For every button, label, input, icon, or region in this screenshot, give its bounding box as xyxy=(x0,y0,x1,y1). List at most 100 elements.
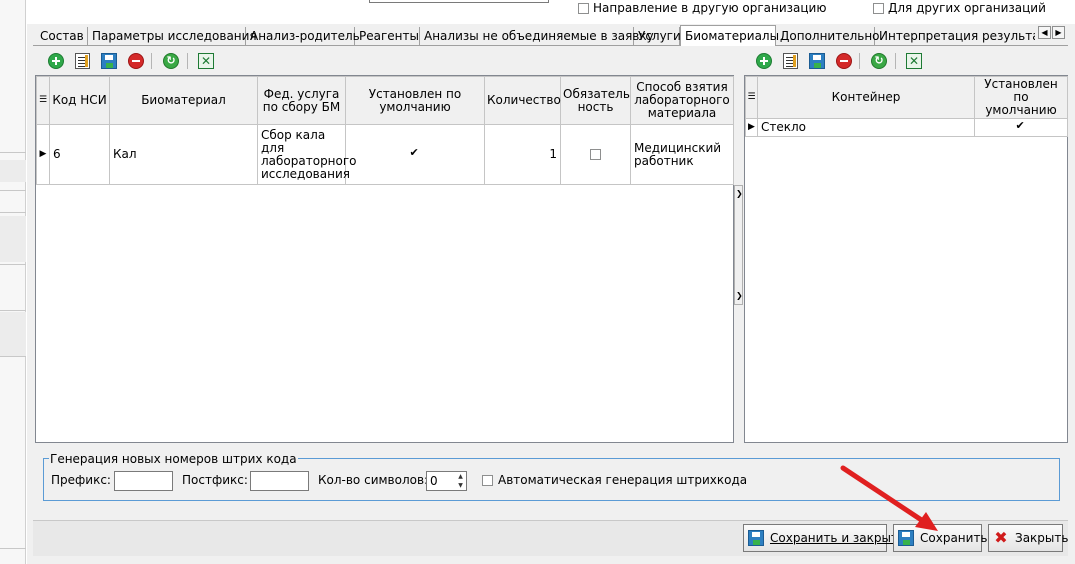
spin-up-icon[interactable]: ▲ xyxy=(455,472,466,481)
save-and-close-label: Сохранить и закрыть xyxy=(770,531,906,545)
panel-splitter[interactable]: ❯ ❯ xyxy=(734,185,743,305)
column-chooser-icon[interactable]: ☰ xyxy=(745,76,758,119)
toolbar-separator xyxy=(151,53,152,69)
auto-generation-checkbox[interactable] xyxy=(482,475,493,486)
tab-services[interactable]: Услуги xyxy=(634,27,681,45)
toolbar-separator xyxy=(859,53,860,69)
container-refresh-button[interactable]: ↻ xyxy=(869,51,889,71)
tab-reagents[interactable]: Реагенты xyxy=(355,27,420,45)
containers-grid-panel: ☰ Контейнер Установлен по умолчанию ▶ Ст… xyxy=(744,75,1068,443)
tab-composition[interactable]: Состав xyxy=(36,27,88,45)
col-header-biomaterial[interactable]: Биоматериал xyxy=(109,76,258,125)
tab-scroll-right-button[interactable]: ▶ xyxy=(1052,26,1065,39)
biomaterial-refresh-button[interactable]: ↻ xyxy=(161,51,181,71)
col-header-code[interactable]: Код НСИ xyxy=(49,76,110,125)
col-header-quantity[interactable]: Количество xyxy=(484,76,561,125)
column-chooser-icon[interactable]: ☰ xyxy=(36,76,50,125)
refresh-icon: ↻ xyxy=(163,53,179,69)
col-header-required[interactable]: Обязатель ность xyxy=(560,76,631,125)
chars-count-label: Кол-во символов: xyxy=(318,473,429,487)
cell-container[interactable]: Стекло xyxy=(757,118,975,137)
col-header-fed-service[interactable]: Фед. услуга по сбору БМ xyxy=(257,76,346,125)
chars-count-spinner[interactable]: 0 ▲ ▼ xyxy=(426,471,467,491)
add-icon xyxy=(48,53,64,69)
cell-code[interactable]: 6 xyxy=(49,124,110,185)
toolbar-separator xyxy=(187,53,188,69)
cell-quantity[interactable]: 1 xyxy=(484,124,561,185)
chars-count-value: 0 xyxy=(430,474,438,488)
biomaterials-table: ☰ Код НСИ Биоматериал Фед. услуга по сбо… xyxy=(36,76,734,185)
other-orgs-option[interactable]: Для других организаций xyxy=(873,0,1046,16)
tab-additional[interactable]: Дополнительно xyxy=(776,27,880,45)
chevron-right-icon: ❯ xyxy=(736,291,743,300)
cell-default[interactable] xyxy=(345,124,485,185)
biomaterial-save-button[interactable] xyxy=(99,51,119,71)
tab-scroll-left-button[interactable]: ◀ xyxy=(1038,26,1051,39)
prefix-label: Префикс: xyxy=(51,473,111,487)
tab-divider xyxy=(33,45,1068,46)
other-orgs-checkbox[interactable] xyxy=(873,3,884,14)
row-pointer-icon: ▶ xyxy=(36,124,50,185)
table-row[interactable]: ▶ Стекло xyxy=(745,118,1068,137)
delete-icon xyxy=(836,53,852,69)
container-add-button[interactable] xyxy=(754,51,774,71)
default-checkbox[interactable] xyxy=(410,146,421,160)
save-label: Сохранить xyxy=(920,531,988,545)
edit-icon xyxy=(782,53,798,69)
save-button[interactable]: Сохранить xyxy=(893,524,988,552)
col-header-default[interactable]: Установлен по умолчанию xyxy=(345,76,485,125)
biomaterial-edit-button[interactable] xyxy=(72,51,92,71)
excel-icon: ✕ xyxy=(198,53,214,69)
cell-required[interactable] xyxy=(560,124,631,185)
col-header-container[interactable]: Контейнер xyxy=(757,76,975,119)
close-label: Закрыть xyxy=(1015,531,1069,545)
containers-table: ☰ Контейнер Установлен по умолчанию ▶ Ст… xyxy=(745,76,1068,137)
dialog-window: Направление в другую организацию Для дру… xyxy=(27,0,1075,564)
chevron-right-icon: ❯ xyxy=(736,189,743,198)
cell-biomaterial[interactable]: Кал xyxy=(109,124,258,185)
cell-container-default[interactable] xyxy=(974,118,1068,137)
top-options-strip: Направление в другую организацию Для дру… xyxy=(27,0,1075,24)
container-edit-button[interactable] xyxy=(780,51,800,71)
cell-fed-service[interactable]: Сбор кала для лабораторного исследования xyxy=(257,124,357,185)
barcode-group-title: Генерация новых номеров штрих кода xyxy=(49,452,298,466)
col-header-container-default[interactable]: Установлен по умолчанию xyxy=(974,76,1068,119)
biomaterial-excel-button[interactable]: ✕ xyxy=(196,51,216,71)
container-default-checkbox[interactable] xyxy=(1016,119,1027,133)
save-and-close-button[interactable]: Сохранить и закрыть xyxy=(743,524,905,552)
edit-icon xyxy=(74,53,90,69)
close-icon: ✖ xyxy=(994,528,1008,547)
arrow-left-icon: ◀ xyxy=(1041,28,1048,37)
required-checkbox[interactable] xyxy=(590,149,601,160)
background-window-strip xyxy=(0,0,26,564)
tab-research-params[interactable]: Параметры исследования xyxy=(88,27,257,45)
col-header-method[interactable]: Способ взятия лабораторного материала xyxy=(630,76,734,125)
container-delete-button[interactable] xyxy=(834,51,854,71)
tab-biomaterials[interactable]: Биоматериалы xyxy=(680,25,779,46)
biomaterial-add-button[interactable] xyxy=(46,51,66,71)
row-pointer-icon: ▶ xyxy=(745,118,758,137)
top-input-remnant[interactable] xyxy=(369,0,549,3)
postfix-label: Постфикс: xyxy=(182,473,248,487)
containers-toolbar: ↻ ✕ xyxy=(744,49,1068,73)
spin-down-icon[interactable]: ▼ xyxy=(455,481,466,490)
delete-icon xyxy=(128,53,144,69)
auto-generation-option[interactable]: Автоматическая генерация штрихкода xyxy=(482,473,747,487)
close-button[interactable]: ✖ Закрыть xyxy=(988,524,1068,552)
external-org-checkbox[interactable] xyxy=(578,3,589,14)
container-excel-button[interactable]: ✕ xyxy=(904,51,924,71)
tab-parent-analysis[interactable]: Анализ-родитель xyxy=(246,27,360,45)
auto-generation-label: Автоматическая генерация штрихкода xyxy=(498,473,748,487)
prefix-input[interactable] xyxy=(114,471,173,491)
cell-method[interactable]: Медицинский работник xyxy=(630,124,734,185)
postfix-input[interactable] xyxy=(250,471,309,491)
refresh-icon: ↻ xyxy=(871,53,887,69)
biomaterial-delete-button[interactable] xyxy=(126,51,146,71)
tab-interpretation[interactable]: Интерпретация результатов xyxy=(875,27,1035,45)
external-org-option[interactable]: Направление в другую организацию xyxy=(578,0,826,16)
tab-non-combinable[interactable]: Анализы не объединяемые в заявку xyxy=(420,27,654,45)
biomaterials-grid-panel: ☰ Код НСИ Биоматериал Фед. услуга по сбо… xyxy=(35,75,734,443)
biomaterials-toolbar: ↻ ✕ xyxy=(36,49,734,73)
table-row[interactable]: ▶ 6 Кал Сбор кала для лабораторного иссл… xyxy=(36,124,734,185)
container-save-button[interactable] xyxy=(807,51,827,71)
